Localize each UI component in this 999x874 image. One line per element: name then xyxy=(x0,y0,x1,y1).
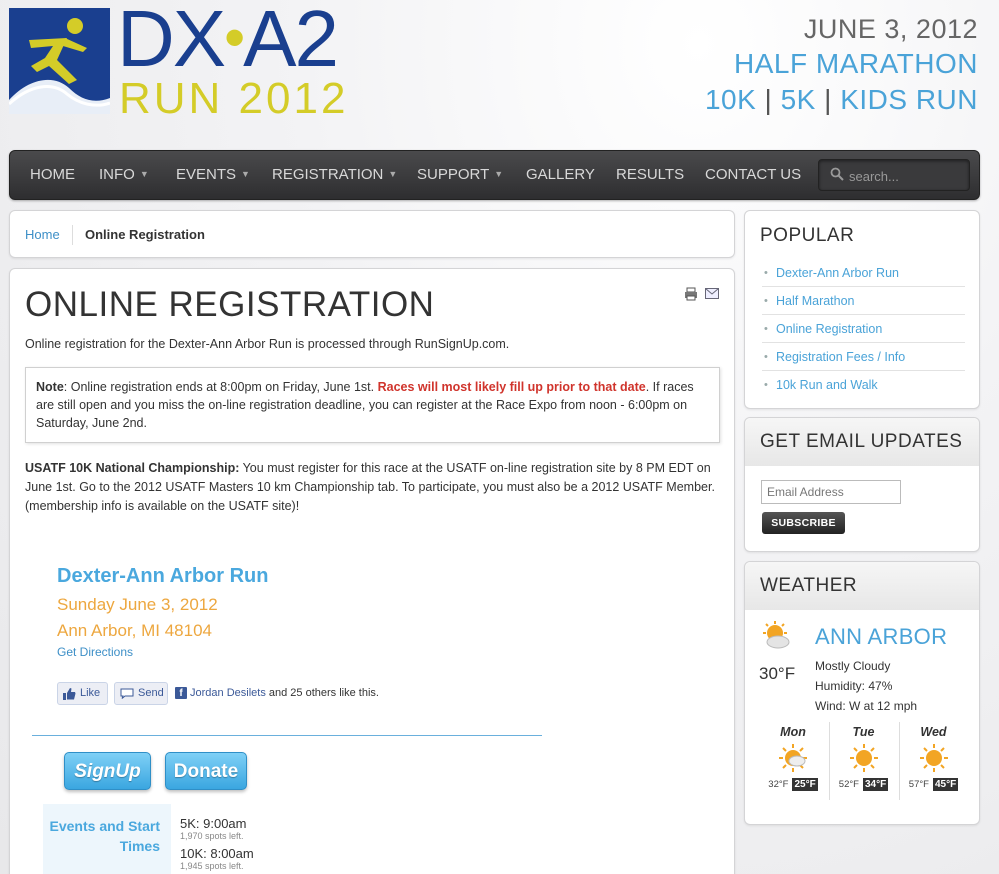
event-time-row: 10K: 8:00am 1,945 spots left. xyxy=(180,846,254,872)
page-title: ONLINE REGISTRATION xyxy=(25,285,435,324)
weather-widget: WEATHER ANN ARBOR 30°F Mostly Cloudy Hum… xyxy=(744,561,980,825)
event-date-header: JUNE 3, 2012 xyxy=(803,14,978,44)
search-input[interactable] xyxy=(849,166,964,186)
get-directions-link[interactable]: Get Directions xyxy=(57,645,133,659)
nav-item-home[interactable]: HOME xyxy=(30,151,75,199)
thumbs-up-icon xyxy=(63,688,76,700)
nav-item-gallery[interactable]: GALLERY xyxy=(526,151,595,199)
popular-link[interactable]: 10k Run and Walk xyxy=(762,371,965,399)
facebook-send-button[interactable]: Send xyxy=(114,682,168,705)
nav-item-registration[interactable]: REGISTRATION ▼ xyxy=(272,151,397,199)
chevron-down-icon: ▼ xyxy=(494,169,504,179)
forecast-day: Mon 32°F 25°F xyxy=(768,725,818,791)
speech-bubble-icon xyxy=(120,688,134,699)
donate-button[interactable]: Donate xyxy=(165,752,247,790)
site-logo[interactable]: DX•A2 RUN 2012 xyxy=(9,0,354,123)
event-time-row: 5K: 9:00am 1,970 spots left. xyxy=(180,816,247,842)
sun-icon xyxy=(849,744,878,772)
sun-icon xyxy=(919,744,948,772)
signup-button[interactable]: SignUp xyxy=(64,752,151,790)
weather-details: Mostly Cloudy Humidity: 47% Wind: W at 1… xyxy=(815,659,918,713)
breadcrumb: Home Online Registration xyxy=(9,210,735,258)
facebook-icon: f xyxy=(175,687,187,699)
breadcrumb-current: Online Registration xyxy=(85,227,205,242)
divider xyxy=(32,735,542,736)
forecast-day: Tue 52°F 34°F xyxy=(829,722,897,800)
chevron-down-icon: ▼ xyxy=(139,169,149,179)
intro-text: Online registration for the Dexter-Ann A… xyxy=(25,337,510,351)
email-updates-widget: GET EMAIL UPDATES SUBSCRIBE xyxy=(744,417,980,552)
print-icon[interactable] xyxy=(684,287,698,301)
facebook-like-button[interactable]: Like xyxy=(57,682,108,705)
weather-city: ANN ARBOR xyxy=(815,624,948,649)
chevron-down-icon: ▼ xyxy=(241,169,250,179)
search-icon xyxy=(830,167,844,181)
popular-list: Dexter-Ann Arbor Run Half Marathon Onlin… xyxy=(762,259,965,399)
event-location: Ann Arbor, MI 48104 xyxy=(57,621,212,640)
popular-link[interactable]: Half Marathon xyxy=(762,287,965,315)
partly-cloudy-icon xyxy=(779,744,807,772)
usatf-notice: USATF 10K National Championship: You mus… xyxy=(25,461,715,513)
email-icon[interactable] xyxy=(705,288,719,299)
widget-header: GET EMAIL UPDATES xyxy=(745,418,979,466)
forecast-day: Wed 57°F 45°F xyxy=(899,722,967,800)
nav-item-results[interactable]: RESULTS xyxy=(616,151,684,199)
email-field[interactable] xyxy=(761,480,901,504)
nav-item-info[interactable]: INFO ▼ xyxy=(99,151,149,199)
runner-logo-icon xyxy=(9,8,110,114)
logo-wordmark-bottom: RUN 2012 xyxy=(119,74,349,123)
chevron-down-icon: ▼ xyxy=(388,169,398,179)
race-list: 10K | 5K | KIDS RUN xyxy=(704,84,978,115)
subscribe-button[interactable]: SUBSCRIBE xyxy=(762,512,845,534)
partly-cloudy-icon xyxy=(763,621,790,649)
events-start-times-box: Events and Start Times xyxy=(43,804,171,874)
event-header-info: JUNE 3, 2012 HALF MARATHON 10K | 5K | KI… xyxy=(705,12,978,118)
facebook-likes-text: Jordan Desilets and 25 others like this. xyxy=(190,687,379,699)
popular-heading: POPULAR xyxy=(760,225,855,246)
event-date: Sunday June 3, 2012 xyxy=(57,595,218,614)
nav-item-contact-us[interactable]: CONTACT US xyxy=(705,151,801,199)
weather-heading: WEATHER xyxy=(760,575,858,596)
weather-temperature: 30°F xyxy=(759,664,796,683)
popular-link[interactable]: Online Registration xyxy=(762,315,965,343)
events-label: Events and Start Times xyxy=(49,818,160,854)
main-content: ONLINE REGISTRATION Online registration … xyxy=(9,268,735,874)
email-updates-heading: GET EMAIL UPDATES xyxy=(760,431,963,452)
breadcrumb-home-link[interactable]: Home xyxy=(25,227,60,242)
registration-note: Note: Online registration ends at 8:00pm… xyxy=(25,367,720,443)
event-name: Dexter-Ann Arbor Run xyxy=(57,565,269,587)
widget-header: WEATHER xyxy=(745,562,979,610)
popular-link[interactable]: Registration Fees / Info xyxy=(762,343,965,371)
weather-forecast: Mon 32°F 25°F Tue 52°F 34°F Wed 57°F 45°F xyxy=(757,722,969,802)
search-box[interactable] xyxy=(818,159,970,191)
main-nav: HOME INFO ▼ EVENTS ▼ REGISTRATION ▼ SUPPORT… xyxy=(9,150,980,200)
popular-link[interactable]: Dexter-Ann Arbor Run xyxy=(762,259,965,287)
nav-item-support[interactable]: SUPPORT ▼ xyxy=(417,151,503,199)
breadcrumb-divider xyxy=(72,225,73,245)
half-marathon-label: HALF MARATHON xyxy=(734,48,978,79)
nav-item-events[interactable]: EVENTS ▼ xyxy=(176,151,250,199)
popular-widget: POPULAR Dexter-Ann Arbor Run Half Marath… xyxy=(744,210,980,409)
